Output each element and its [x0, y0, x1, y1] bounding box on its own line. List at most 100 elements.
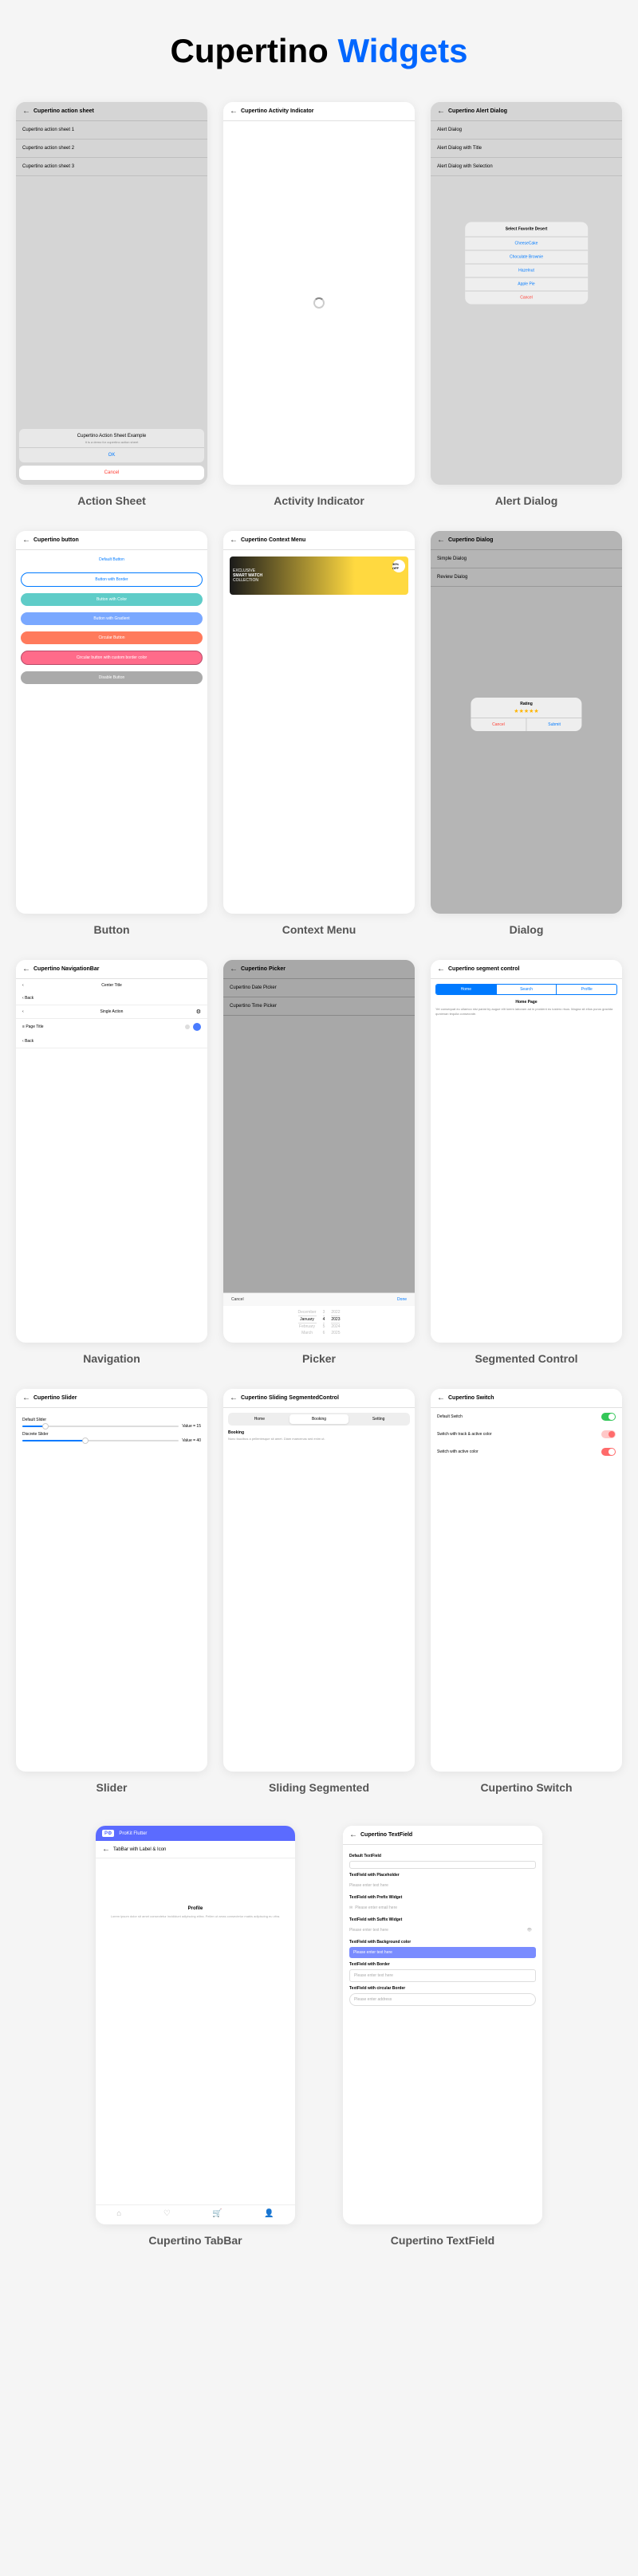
nav-center-row: ‹ Center Title	[16, 979, 207, 992]
gradient-button[interactable]: Button with Gradient	[21, 612, 203, 625]
home-tab-icon[interactable]: ⌂	[116, 2209, 121, 2218]
nav-back-row[interactable]: ‹ Back	[16, 992, 207, 1005]
slider-thumb[interactable]	[82, 1437, 89, 1444]
cancel-button[interactable]: Cancel	[471, 718, 526, 731]
background-textfield[interactable]: Please enter text here	[349, 1947, 536, 1958]
nav-page-row: ≡ Page Title	[16, 1019, 207, 1035]
track-color-switch[interactable]	[601, 1430, 616, 1438]
default-textfield[interactable]	[349, 1861, 536, 1869]
segment-profile[interactable]: Profile	[557, 985, 616, 994]
gear-icon[interactable]: ⚙	[196, 1009, 201, 1015]
card-label: Button	[93, 923, 129, 936]
list-item[interactable]: Cupertino action sheet 3	[16, 158, 207, 176]
back-icon[interactable]: ←	[437, 965, 445, 973]
content-heading: Booking	[228, 1430, 410, 1435]
nav-back-row[interactable]: ‹ Back	[16, 1035, 207, 1048]
list-item[interactable]: Review Dialog	[431, 568, 622, 587]
topbar: ← TabBar with Label & Icon	[96, 1841, 295, 1858]
back-icon[interactable]: ←	[437, 107, 445, 116]
back-icon[interactable]: ←	[230, 536, 238, 545]
segmented-phone: ← Cupertino segment control Home Search …	[431, 960, 622, 1343]
topbar-title: Cupertino segment control	[448, 966, 519, 972]
eye-icon[interactable]: 👁	[527, 1928, 532, 1933]
rating-stars[interactable]: ★★★★★	[471, 708, 581, 718]
list-item[interactable]: Cupertino Time Picker	[223, 997, 415, 1016]
topbar-title: Cupertino button	[33, 537, 79, 543]
chevron-left-icon[interactable]: ‹	[22, 1009, 24, 1014]
chevron-left-icon[interactable]: ‹	[22, 983, 24, 988]
segment-search[interactable]: Search	[497, 985, 557, 994]
default-slider[interactable]	[22, 1426, 179, 1427]
segment-setting[interactable]: Setting	[349, 1414, 408, 1424]
back-icon[interactable]: ←	[22, 536, 30, 545]
list-item[interactable]: Alert Dialog with Selection	[431, 158, 622, 176]
cancel-button[interactable]: Cancel	[19, 466, 204, 480]
slider-thumb[interactable]	[42, 1423, 49, 1430]
border-button[interactable]: Button with Border	[21, 572, 203, 587]
card-label: Dialog	[510, 923, 544, 936]
back-icon[interactable]: ←	[230, 1394, 238, 1402]
segment-home[interactable]: Home	[230, 1414, 289, 1424]
action-sheet-phone: ← Cupertino action sheet Cupertino actio…	[16, 102, 207, 485]
slider-label: Discrete Slider	[22, 1432, 201, 1437]
border-textfield[interactable]: Please enter text here	[349, 1969, 536, 1982]
circular-textfield[interactable]: Please enter address	[349, 1993, 536, 2006]
default-button[interactable]: Default Button	[21, 553, 203, 566]
circular-border-button[interactable]: Circular button with custom border color	[21, 651, 203, 665]
picker-cancel[interactable]: Cancel	[231, 1297, 244, 1302]
suffix-textfield[interactable]: Please enter text here👁	[349, 1925, 536, 1936]
sheet-title: Cupertino Action Sheet Example	[19, 429, 204, 440]
topbar-title: Cupertino Activity Indicator	[241, 108, 314, 114]
page-indicator	[185, 1023, 201, 1031]
back-icon[interactable]: ←	[102, 1845, 110, 1854]
segment-home[interactable]: Home	[436, 985, 497, 994]
list-item[interactable]: Alert Dialog with Title	[431, 140, 622, 158]
list-item[interactable]: Cupertino action sheet 1	[16, 121, 207, 140]
list-item[interactable]: Simple Dialog	[431, 550, 622, 568]
alert-option[interactable]: CheeseCake	[465, 237, 588, 250]
context-phone: ← Cupertino Context Menu EXCLUSIVE SMART…	[223, 531, 415, 914]
slider-value: Value = 40	[182, 1438, 201, 1443]
topbar: ← Cupertino Alert Dialog	[431, 102, 622, 121]
ok-button[interactable]: OK	[19, 448, 204, 462]
default-switch[interactable]	[601, 1413, 616, 1421]
back-icon[interactable]: ←	[349, 1831, 357, 1839]
topbar: ← Cupertino Activity Indicator	[223, 102, 415, 121]
profile-tab-icon[interactable]: 👤	[264, 2209, 274, 2218]
back-icon[interactable]: ←	[230, 965, 238, 973]
list-item[interactable]: Cupertino action sheet 2	[16, 140, 207, 158]
context-banner[interactable]: EXCLUSIVE SMART WATCH COLLECTION 30% OFF	[230, 556, 408, 595]
back-icon[interactable]: ←	[437, 1394, 445, 1402]
back-icon[interactable]: ←	[22, 1394, 30, 1402]
picker-wheels[interactable]: December January February March 3 4 5 6 …	[223, 1306, 415, 1343]
year-wheel[interactable]: 2022 2023 2024 2025	[331, 1309, 340, 1336]
back-icon[interactable]: ←	[437, 536, 445, 545]
month-wheel[interactable]: December January February March	[298, 1309, 317, 1336]
day-wheel[interactable]: 3 4 5 6	[323, 1309, 325, 1336]
segment-booking[interactable]: Booking	[289, 1414, 349, 1424]
picker-done[interactable]: Done	[397, 1297, 407, 1302]
alert-option[interactable]: Choculate Brownie	[465, 250, 588, 264]
app-header: P⚙ ProKit Flutter	[96, 1826, 295, 1841]
back-icon[interactable]: ←	[22, 965, 30, 973]
alert-cancel[interactable]: Cancel	[465, 291, 588, 304]
field-label: TextField with circular Border	[349, 1986, 536, 1991]
topbar: ← Cupertino Sliding SegmentedControl	[223, 1389, 415, 1408]
back-icon[interactable]: ←	[22, 107, 30, 116]
cart-tab-icon[interactable]: 🛒	[212, 2209, 222, 2218]
list-item[interactable]: Cupertino Date Picker	[223, 979, 415, 997]
color-button[interactable]: Button with Color	[21, 593, 203, 606]
placeholder-textfield[interactable]: Please enter text here	[349, 1880, 536, 1891]
back-icon[interactable]: ←	[230, 107, 238, 116]
heart-tab-icon[interactable]: ♡	[163, 2209, 171, 2218]
prefix-textfield[interactable]: ✉Please enter email here	[349, 1902, 536, 1913]
field-label: TextField with Prefix Widget	[349, 1895, 536, 1900]
alert-option[interactable]: Apple Pie	[465, 277, 588, 291]
list-item[interactable]: Alert Dialog	[431, 121, 622, 140]
alert-option[interactable]: Hazelnut	[465, 264, 588, 277]
circular-button[interactable]: Circular Button	[21, 631, 203, 644]
discrete-slider[interactable]	[22, 1440, 179, 1441]
topbar-title: Cupertino Slider	[33, 1395, 77, 1401]
active-color-switch[interactable]	[601, 1448, 616, 1456]
submit-button[interactable]: Submit	[527, 718, 582, 731]
